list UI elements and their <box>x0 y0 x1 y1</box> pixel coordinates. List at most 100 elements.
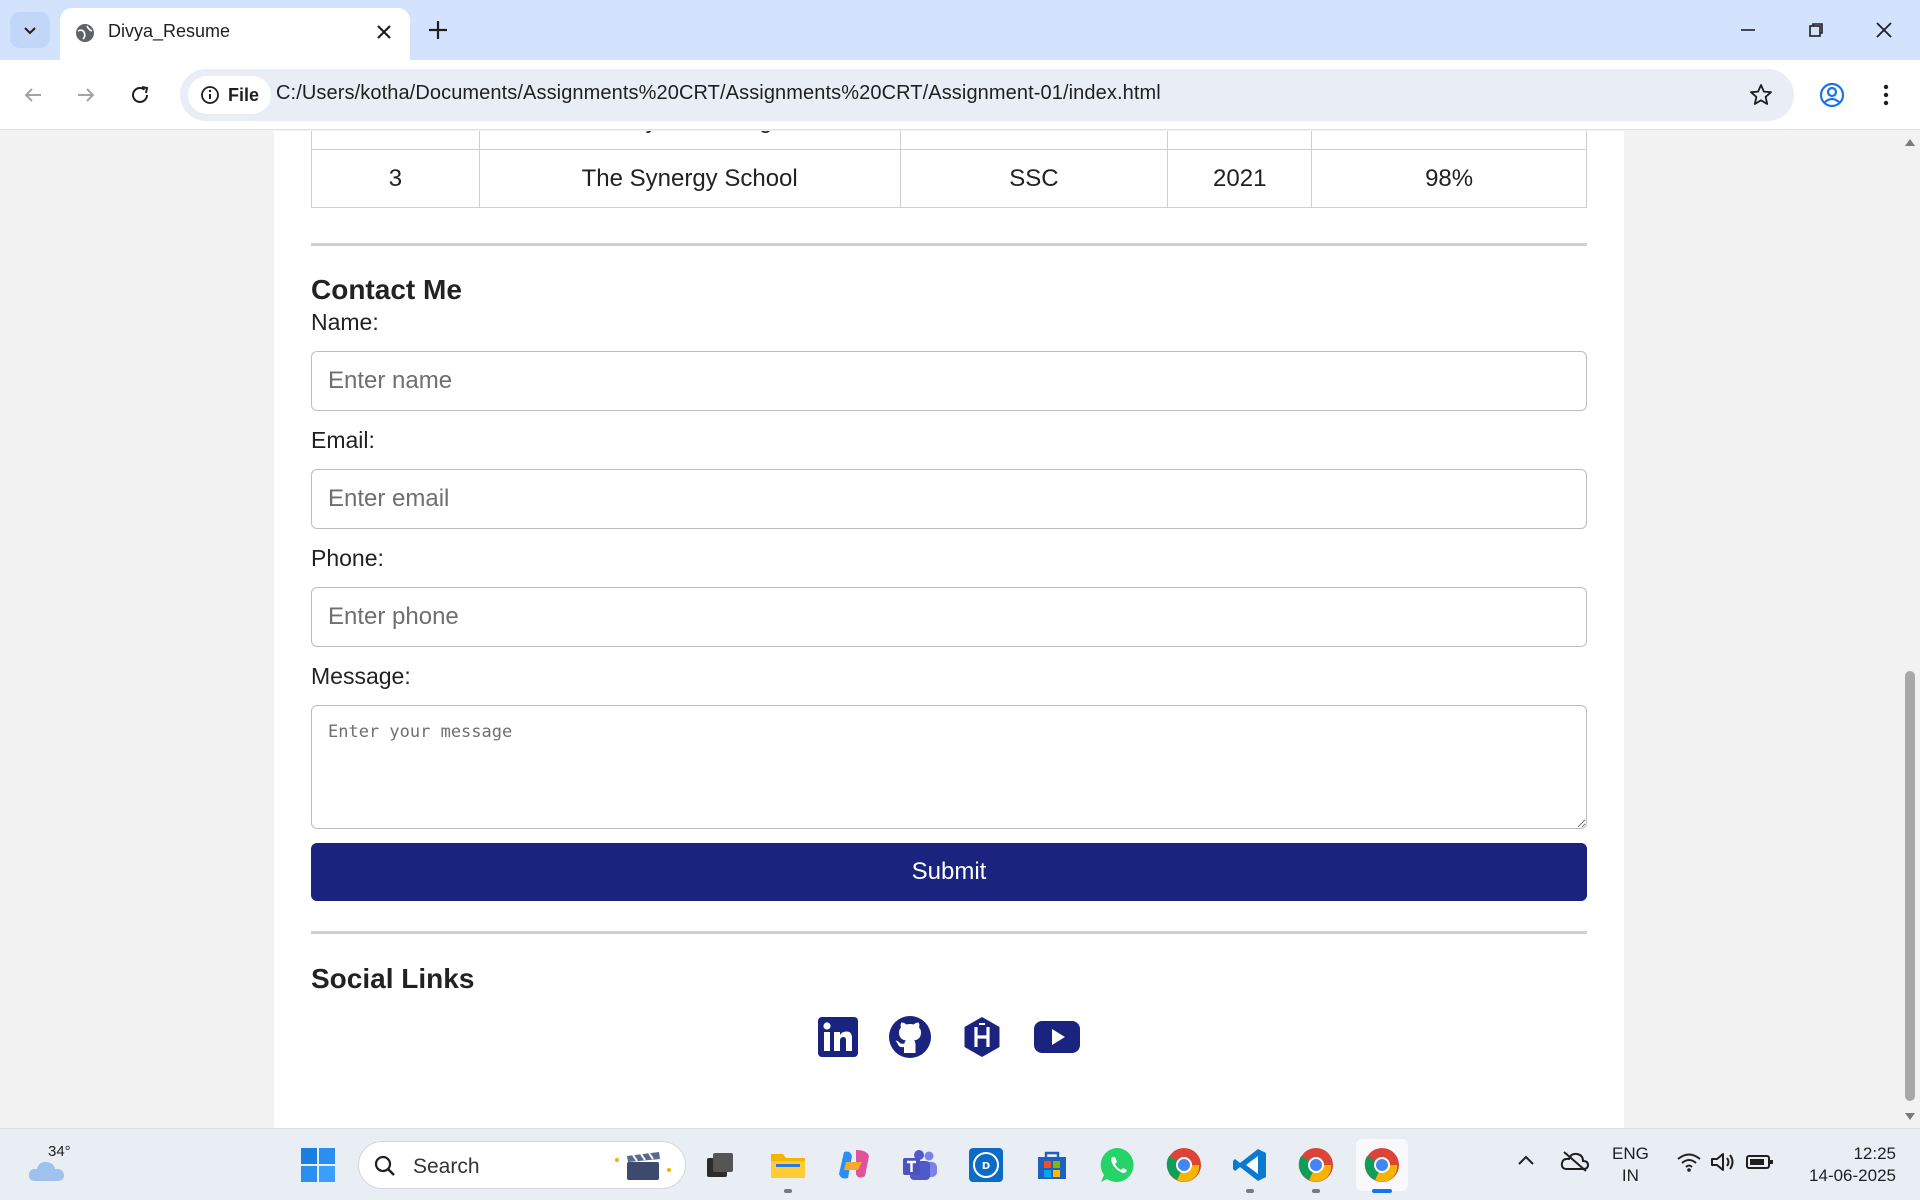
info-icon <box>201 86 219 104</box>
hashnode-link[interactable] <box>960 1015 1004 1059</box>
tab-search-button[interactable] <box>10 12 50 48</box>
volume-icon[interactable] <box>1710 1151 1736 1173</box>
active-indicator <box>1372 1189 1392 1193</box>
clapperboard-icon <box>615 1152 671 1180</box>
back-button[interactable] <box>15 77 51 113</box>
table-cell: Narayana College <box>478 131 901 150</box>
minimize-icon <box>1741 29 1755 31</box>
social-heading: Social Links <box>311 963 475 994</box>
clock-date: 14-06-2025 <box>1809 1166 1896 1185</box>
clock-time: 12:25 <box>1853 1144 1896 1163</box>
forward-button[interactable] <box>68 77 104 113</box>
site-info-label: File <box>228 84 260 105</box>
scroll-down-icon[interactable] <box>1904 1112 1916 1122</box>
message-field[interactable] <box>311 705 1587 829</box>
youtube-link[interactable] <box>1032 1015 1082 1059</box>
table-cell: The Synergy School <box>478 149 901 208</box>
resume-card: 2 Narayana College State Board 2023 97% … <box>274 131 1624 1128</box>
tab-title: Divya_Resume <box>108 21 231 41</box>
close-window-button[interactable] <box>1864 12 1904 48</box>
teams-icon <box>903 1150 937 1180</box>
weather-widget[interactable]: 34° <box>26 1141 86 1189</box>
taskbar-copilot[interactable] <box>828 1139 880 1191</box>
table-cell: 2021 <box>1167 149 1313 208</box>
browser-menu-button[interactable] <box>1870 77 1902 113</box>
table-row: 3 The Synergy School SSC 2021 98% <box>311 149 1587 208</box>
profile-icon <box>1819 82 1845 108</box>
taskbar-task-view[interactable] <box>694 1139 746 1191</box>
taskbar-store[interactable] <box>1026 1139 1078 1191</box>
whatsapp-icon <box>1100 1147 1134 1182</box>
email-field[interactable] <box>311 469 1587 529</box>
linkedin-icon <box>818 1017 858 1057</box>
language-indicator[interactable]: ENG IN <box>1612 1143 1649 1187</box>
dell-icon: D <box>969 1148 1003 1182</box>
new-tab-icon[interactable] <box>424 16 452 44</box>
browser-tab[interactable]: Divya_Resume <box>60 8 410 60</box>
chrome-icon <box>1166 1148 1201 1182</box>
restore-icon <box>1809 23 1823 37</box>
youtube-icon <box>1034 1021 1080 1053</box>
chevron-up-icon[interactable] <box>1516 1153 1536 1167</box>
windows-logo-icon <box>301 1148 335 1182</box>
system-clock[interactable]: 12:25 14-06-2025 <box>1790 1143 1896 1187</box>
windows-taskbar: 34° Search D ENG IN 12:25 14-06-2025 <box>0 1128 1920 1200</box>
profile-button[interactable] <box>1814 77 1850 113</box>
hashnode-icon <box>964 1017 1000 1057</box>
taskbar-whatsapp[interactable] <box>1092 1139 1144 1191</box>
battery-icon[interactable] <box>1746 1153 1774 1171</box>
running-indicator <box>1312 1189 1320 1193</box>
url-text[interactable]: C:/Users/kotha/Documents/Assignments%20C… <box>276 82 1161 105</box>
task-view-icon <box>707 1153 733 1177</box>
start-button[interactable] <box>300 1147 336 1188</box>
tab-strip: Divya_Resume <box>0 0 1920 60</box>
page-scrollbar[interactable] <box>1900 131 1920 1128</box>
name-field[interactable] <box>311 351 1587 411</box>
taskbar-teams[interactable] <box>894 1139 946 1191</box>
svg-text:D: D <box>982 1161 990 1172</box>
taskbar-file-explorer[interactable] <box>762 1139 814 1193</box>
close-tab-icon[interactable] <box>372 20 396 44</box>
wifi-icon[interactable] <box>1676 1151 1702 1173</box>
taskbar-search[interactable]: Search <box>358 1141 686 1189</box>
folder-icon <box>771 1154 805 1178</box>
browser-toolbar: File C:/Users/kotha/Documents/Assignment… <box>0 60 1920 130</box>
github-link[interactable] <box>888 1015 932 1059</box>
table-row: 2 Narayana College State Board 2023 97% <box>311 131 1587 150</box>
message-label: Message: <box>311 663 411 689</box>
github-icon <box>889 1016 931 1058</box>
onedrive-offline-icon[interactable] <box>1560 1149 1590 1173</box>
minimize-button[interactable] <box>1728 12 1768 48</box>
table-cell: 98% <box>1311 149 1587 208</box>
reload-icon <box>132 86 149 103</box>
phone-label: Phone: <box>311 545 384 571</box>
search-label: Search <box>413 1155 480 1178</box>
taskbar-chrome-1[interactable] <box>1158 1139 1210 1191</box>
more-vertical-icon <box>1883 84 1889 106</box>
social-links <box>274 1015 1624 1059</box>
taskbar-dell[interactable]: D <box>960 1139 1012 1191</box>
section-divider <box>311 243 1587 246</box>
table-cell: 97% <box>1311 131 1587 150</box>
table-cell: SSC <box>899 149 1169 208</box>
address-bar[interactable]: File C:/Users/kotha/Documents/Assignment… <box>180 69 1794 121</box>
table-cell: 2 <box>311 131 480 150</box>
store-icon <box>1038 1151 1066 1179</box>
chrome-icon <box>1298 1148 1333 1182</box>
submit-button[interactable]: Submit <box>311 843 1587 901</box>
scrollbar-thumb[interactable] <box>1905 671 1915 1101</box>
chevron-down-icon <box>24 27 36 35</box>
taskbar-chrome-2[interactable] <box>1290 1139 1342 1193</box>
taskbar-vscode[interactable] <box>1224 1139 1276 1193</box>
bookmark-star-icon[interactable] <box>1748 82 1774 108</box>
close-icon <box>1876 22 1892 38</box>
table-cell: State Board <box>899 131 1169 150</box>
restore-button[interactable] <box>1796 12 1836 48</box>
taskbar-chrome-3[interactable] <box>1356 1139 1408 1193</box>
reload-button[interactable] <box>122 77 158 113</box>
linkedin-link[interactable] <box>816 1015 860 1059</box>
phone-field[interactable] <box>311 587 1587 647</box>
scroll-up-icon[interactable] <box>1904 137 1916 147</box>
weather-temp: 34° <box>48 1143 71 1160</box>
running-indicator <box>1246 1189 1254 1193</box>
